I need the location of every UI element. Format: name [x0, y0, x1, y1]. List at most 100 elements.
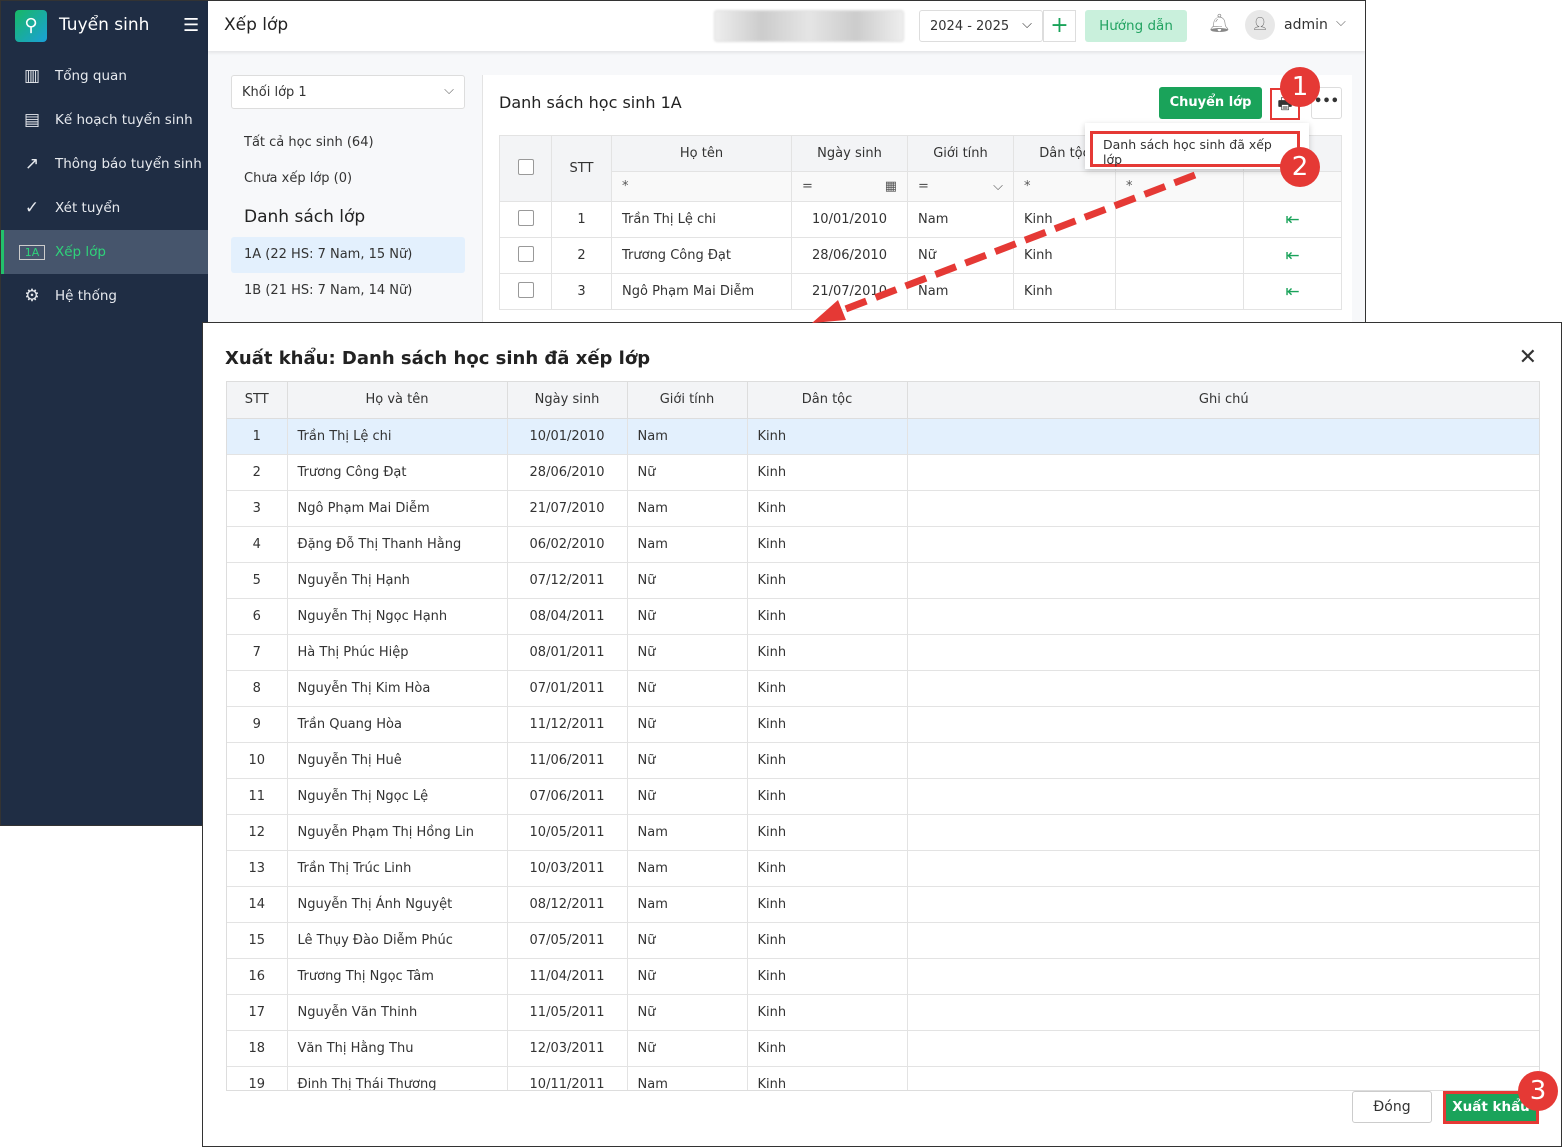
table-row[interactable]: 5 Nguyễn Thị Hạnh 07/12/2011 Nữ Kinh — [227, 562, 1539, 599]
cell: Kinh — [747, 1030, 908, 1067]
row-checkbox[interactable] — [499, 237, 552, 274]
filter-ethnic[interactable]: * — [1013, 171, 1116, 202]
table-row[interactable]: 14 Nguyễn Thị Ánh Nguyệt 08/12/2011 Nam Kinh — [227, 886, 1539, 923]
filter-extra[interactable]: * — [1115, 171, 1244, 202]
sidebar-item-plan[interactable]: ▤ Kế hoạch tuyển sinh — [1, 98, 208, 142]
calendar-icon[interactable]: ▦ — [885, 179, 897, 194]
table-row[interactable]: 11 Nguyễn Thị Ngọc Lệ 07/06/2011 Nữ Kinh — [227, 778, 1539, 815]
table-row[interactable]: 1 Trần Thị Lệ chi 10/01/2010 Nam Kinh — [227, 418, 1539, 455]
table-row[interactable]: 13 Trần Thị Trúc Linh 10/03/2011 Nam Kinh — [227, 850, 1539, 887]
cell: Kinh — [747, 1066, 908, 1090]
checkbox[interactable] — [517, 209, 534, 226]
unassigned-students[interactable]: Chưa xếp lớp (0) — [231, 161, 465, 197]
note-cell — [907, 526, 1539, 563]
chevron-down-icon[interactable]: ⌵ — [1336, 15, 1346, 30]
menu-icon[interactable]: ☰ — [183, 15, 199, 36]
add-year-button[interactable]: + — [1043, 10, 1076, 42]
cell: Nam — [627, 850, 748, 887]
grade-select[interactable]: Khối lớp 1 ⌵ — [231, 75, 465, 109]
table-row[interactable]: 2 Trương Công Đạt 28/06/2010 Nữ Kinh — [227, 454, 1539, 491]
checkbox[interactable] — [517, 245, 534, 262]
row-checkbox[interactable] — [499, 201, 552, 238]
cell — [1115, 201, 1244, 238]
select-all[interactable] — [499, 135, 552, 202]
step-badge: 2 — [1280, 147, 1320, 187]
school-select[interactable] — [714, 10, 904, 42]
move-out-icon[interactable]: ⇤ — [1243, 273, 1342, 310]
filter-gender[interactable]: = ⌵ — [907, 171, 1014, 202]
row-checkbox[interactable] — [499, 273, 552, 310]
note-cell — [907, 1030, 1539, 1067]
sidebar-item-system[interactable]: ⚙ Hệ thống — [1, 274, 208, 318]
sidebar-item-review[interactable]: ✓ Xét tuyển — [1, 186, 208, 230]
filter-dob[interactable]: = ▦ — [791, 171, 908, 202]
table-row[interactable]: 1 Trần Thị Lệ chi 10/01/2010 Nam Kinh ⇤ — [499, 201, 1342, 238]
cell: 08/12/2011 — [507, 886, 628, 923]
table-row[interactable]: 7 Hà Thị Phúc Hiệp 08/01/2011 Nữ Kinh — [227, 634, 1539, 671]
cell: Nguyễn Thị Kim Hòa — [287, 670, 508, 707]
cell: Trần Thị Lệ chi — [611, 201, 792, 238]
table-row[interactable]: 18 Văn Thị Hằng Thu 12/03/2011 Nữ Kinh — [227, 1030, 1539, 1067]
cell: 14 — [227, 886, 288, 923]
label: Thông báo tuyển sinh — [55, 156, 202, 172]
cell: Kinh — [1013, 237, 1116, 274]
cell: Nguyễn Thị Ánh Nguyệt — [287, 886, 508, 923]
all-students[interactable]: Tất cả học sinh (64) — [231, 125, 465, 161]
close-icon[interactable]: ✕ — [1519, 345, 1537, 370]
note-cell — [907, 454, 1539, 491]
table-row[interactable]: 2 Trương Công Đạt 28/06/2010 Nữ Kinh ⇤ — [499, 237, 1342, 274]
table-row[interactable]: 17 Nguyễn Văn Thinh 11/05/2011 Nữ Kinh — [227, 994, 1539, 1031]
cell: Nữ — [627, 778, 748, 815]
cell: 11 — [227, 778, 288, 815]
table-row[interactable]: 16 Trương Thị Ngọc Tâm 11/04/2011 Nữ Kinh — [227, 958, 1539, 995]
table-row[interactable]: 3 Ngô Phạm Mai Diễm 21/07/2010 Nam Kinh — [227, 490, 1539, 527]
table-row[interactable]: 19 Đinh Thị Thái Thương 10/11/2011 Nam Kinh — [227, 1066, 1539, 1090]
table-row[interactable]: 9 Trần Quang Hòa 11/12/2011 Nữ Kinh — [227, 706, 1539, 743]
export-table-scroll[interactable]: STT Họ và tên Ngày sinh Giới tính Dân tộ… — [226, 381, 1540, 1091]
avatar[interactable]: 👤︎ — [1245, 10, 1275, 40]
cell: Ngô Phạm Mai Diễm — [287, 490, 508, 527]
sidebar-item-overview[interactable]: ▥ Tổng quan — [1, 54, 208, 98]
col-name[interactable]: Họ tên — [611, 135, 792, 172]
table-row[interactable]: 6 Nguyễn Thị Ngọc Hạnh 08/04/2011 Nữ Kinh — [227, 598, 1539, 635]
col-gender[interactable]: Giới tính — [907, 135, 1014, 172]
note-cell — [907, 598, 1539, 635]
class-item[interactable]: 1A (22 HS: 7 Nam, 15 Nữ) — [231, 237, 465, 273]
table-row[interactable]: 10 Nguyễn Thị Huê 11/06/2011 Nữ Kinh — [227, 742, 1539, 779]
cell: 07/01/2011 — [507, 670, 628, 707]
class-item[interactable]: 1B (21 HS: 7 Nam, 14 Nữ) — [231, 273, 465, 309]
move-out-icon[interactable]: ⇤ — [1243, 237, 1342, 274]
guide-button[interactable]: Hướng dẫn — [1085, 10, 1187, 42]
cell: Nam — [627, 418, 748, 455]
table-row[interactable]: 8 Nguyễn Thị Kim Hòa 07/01/2011 Nữ Kinh — [227, 670, 1539, 707]
cell: 10 — [227, 742, 288, 779]
close-button[interactable]: Đóng — [1352, 1091, 1432, 1123]
checkbox[interactable] — [517, 158, 534, 175]
cell: 10/01/2010 — [791, 201, 908, 238]
transfer-class-button[interactable]: Chuyển lớp — [1159, 87, 1262, 119]
cell: Nguyễn Thị Huê — [287, 742, 508, 779]
table-row[interactable]: 4 Đặng Đỗ Thị Thanh Hằng 06/02/2010 Nam Kinh — [227, 526, 1539, 563]
cell: Kinh — [747, 706, 908, 743]
checkbox[interactable] — [517, 281, 534, 298]
sidebar-item-class[interactable]: 1A Xếp lớp — [1, 230, 208, 274]
cell: Nam — [627, 886, 748, 923]
cell: Kinh — [747, 490, 908, 527]
bell-icon[interactable]: 🔔︎ — [1208, 13, 1231, 34]
cell: Kinh — [747, 526, 908, 563]
col-dob[interactable]: Ngày sinh — [791, 135, 908, 172]
sidebar-item-notice[interactable]: ↗ Thông báo tuyển sinh — [1, 142, 208, 186]
move-out-icon[interactable]: ⇤ — [1243, 201, 1342, 238]
table-row[interactable]: 3 Ngô Phạm Mai Diễm 21/07/2010 Nam Kinh ⇤ — [499, 273, 1342, 310]
cell: Kinh — [747, 886, 908, 923]
col-ethnic: Dân tộc — [747, 382, 908, 419]
year-select[interactable]: 2024 - 2025 ⌵ — [919, 10, 1043, 42]
table-row[interactable]: 12 Nguyễn Phạm Thị Hồng Lin 10/05/2011 Nam K… — [227, 814, 1539, 851]
menu-item-assigned-list[interactable]: Danh sách học sinh đã xếp lớp — [1090, 131, 1300, 167]
filter-name[interactable]: * — [611, 171, 792, 202]
cell: 21/07/2010 — [791, 273, 908, 310]
page-title: Xếp lớp — [224, 15, 289, 35]
cell: 12/03/2011 — [507, 1030, 628, 1067]
user-name[interactable]: admin — [1284, 17, 1328, 33]
table-row[interactable]: 15 Lê Thụy Đào Diễm Phúc 07/05/2011 Nữ Kinh — [227, 922, 1539, 959]
